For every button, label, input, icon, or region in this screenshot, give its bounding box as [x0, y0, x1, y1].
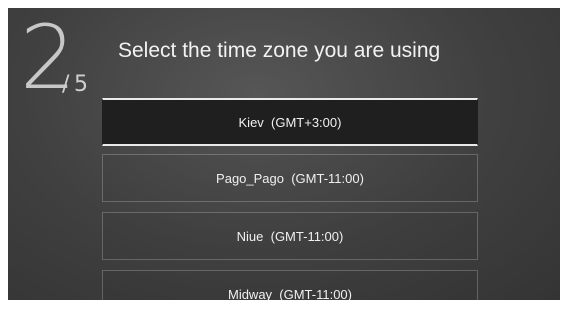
time-zone-option-label: Pago_Pago (GMT-11:00): [216, 170, 364, 186]
time-zone-option-label: Midway (GMT-11:00): [227, 286, 352, 301]
step-total-number: 5: [74, 72, 88, 97]
time-zone-option-label: Niue (GMT-11:00): [236, 228, 344, 244]
page-title: Select the time zone you are using: [118, 39, 441, 62]
step-separator: /: [62, 72, 70, 97]
time-zone-option-pago-pago[interactable]: Pago_Pago (GMT-11:00): [102, 154, 478, 202]
time-zone-option-midway[interactable]: Midway (GMT-11:00): [102, 270, 478, 300]
time-zone-option-niue[interactable]: Niue (GMT-11:00): [102, 212, 478, 260]
time-zone-option-kiev[interactable]: Kiev (GMT+3:00): [102, 98, 478, 146]
setup-screen: 2 / 5 Select the time zone you are using…: [8, 8, 560, 300]
time-zone-option-label: Kiev (GMT+3:00): [238, 114, 342, 130]
